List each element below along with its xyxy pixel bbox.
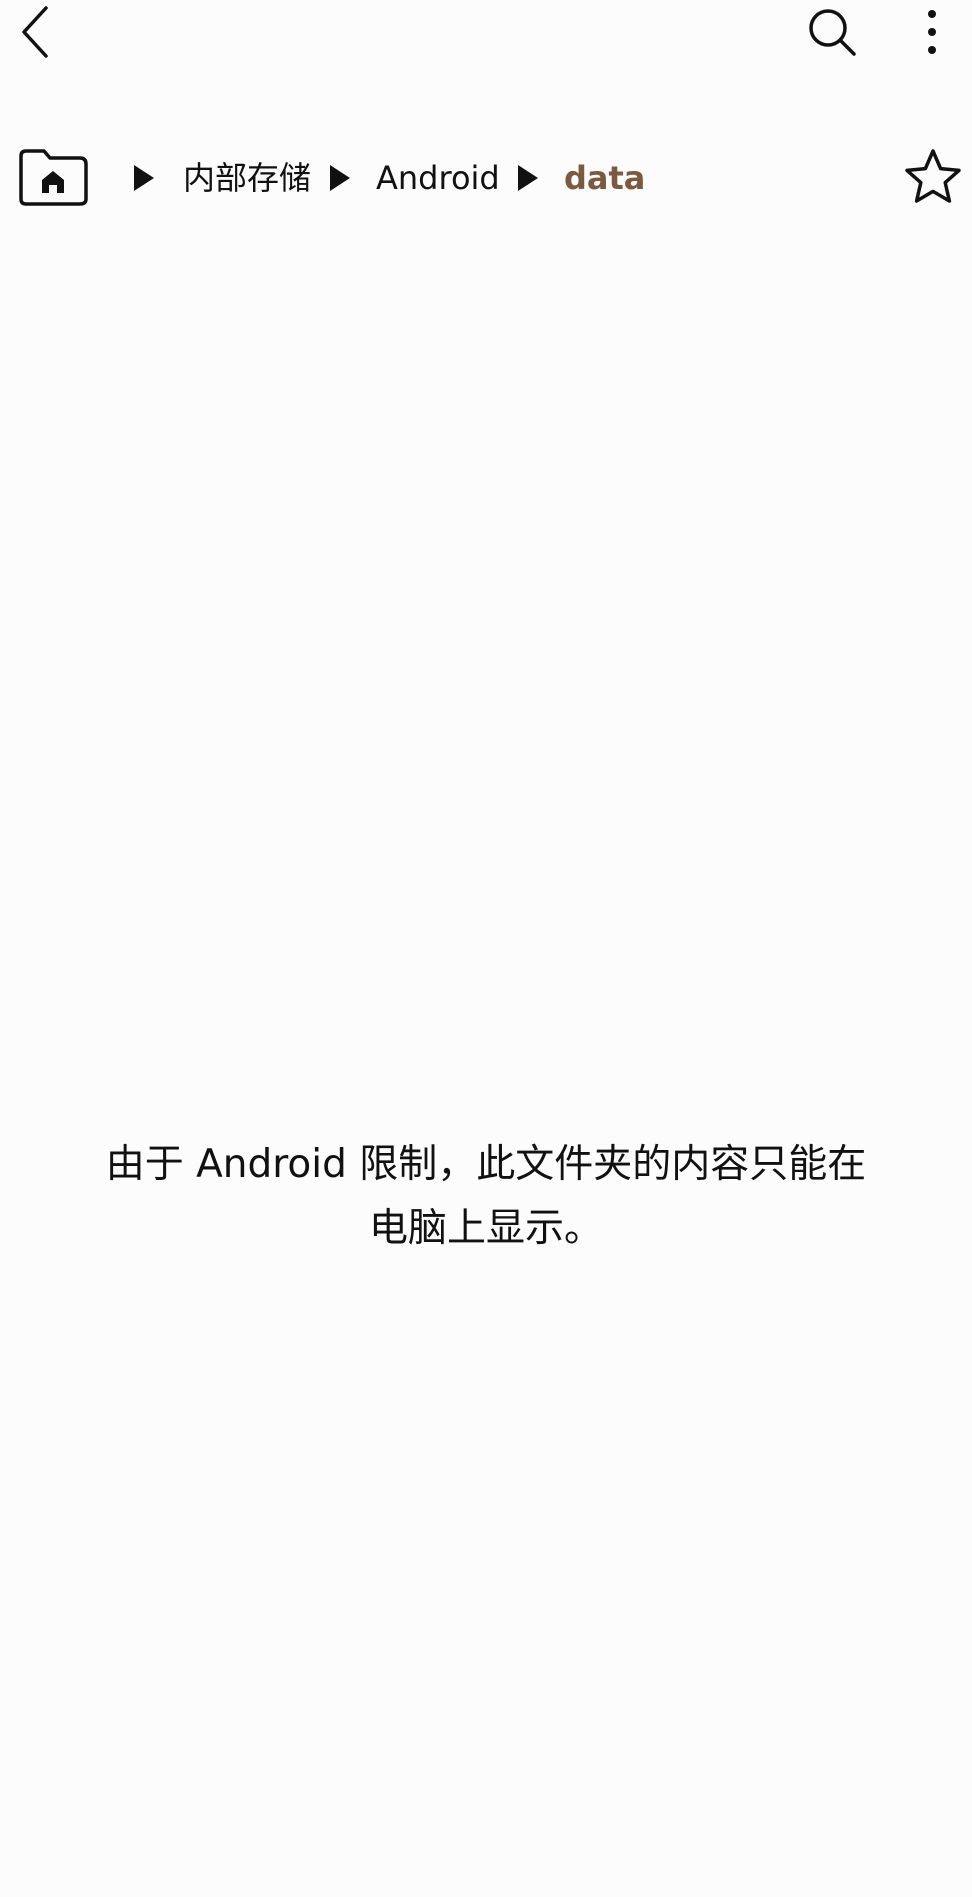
- breadcrumb-separator-icon: [514, 162, 542, 194]
- breadcrumb-separator-icon: [326, 162, 354, 194]
- breadcrumb-separator-icon: [130, 162, 158, 194]
- message-line-2: 电脑上显示。: [368, 1206, 603, 1251]
- home-button[interactable]: [16, 144, 92, 210]
- favorite-button[interactable]: [900, 144, 966, 210]
- back-button[interactable]: [8, 0, 64, 64]
- top-toolbar: [0, 0, 972, 80]
- message-line-1: 由于 Android 限制，此文件夹的内容只能在: [105, 1142, 867, 1187]
- chevron-left-icon: [22, 6, 48, 58]
- breadcrumb-item-android[interactable]: Android: [376, 150, 500, 206]
- home-folder-icon: [19, 149, 88, 206]
- more-options-button[interactable]: [904, 0, 960, 64]
- more-vertical-icon: [928, 10, 936, 54]
- search-button[interactable]: [800, 0, 864, 64]
- restriction-message: 由于 Android 限制，此文件夹的内容只能在 电脑上显示。: [60, 1133, 912, 1261]
- breadcrumb-item-internal-storage[interactable]: 内部存储: [183, 150, 311, 206]
- breadcrumb-item-data[interactable]: data: [564, 150, 645, 206]
- search-icon: [809, 9, 856, 56]
- star-outline-icon: [905, 149, 961, 203]
- breadcrumb: 内部存储 Android data: [0, 140, 972, 216]
